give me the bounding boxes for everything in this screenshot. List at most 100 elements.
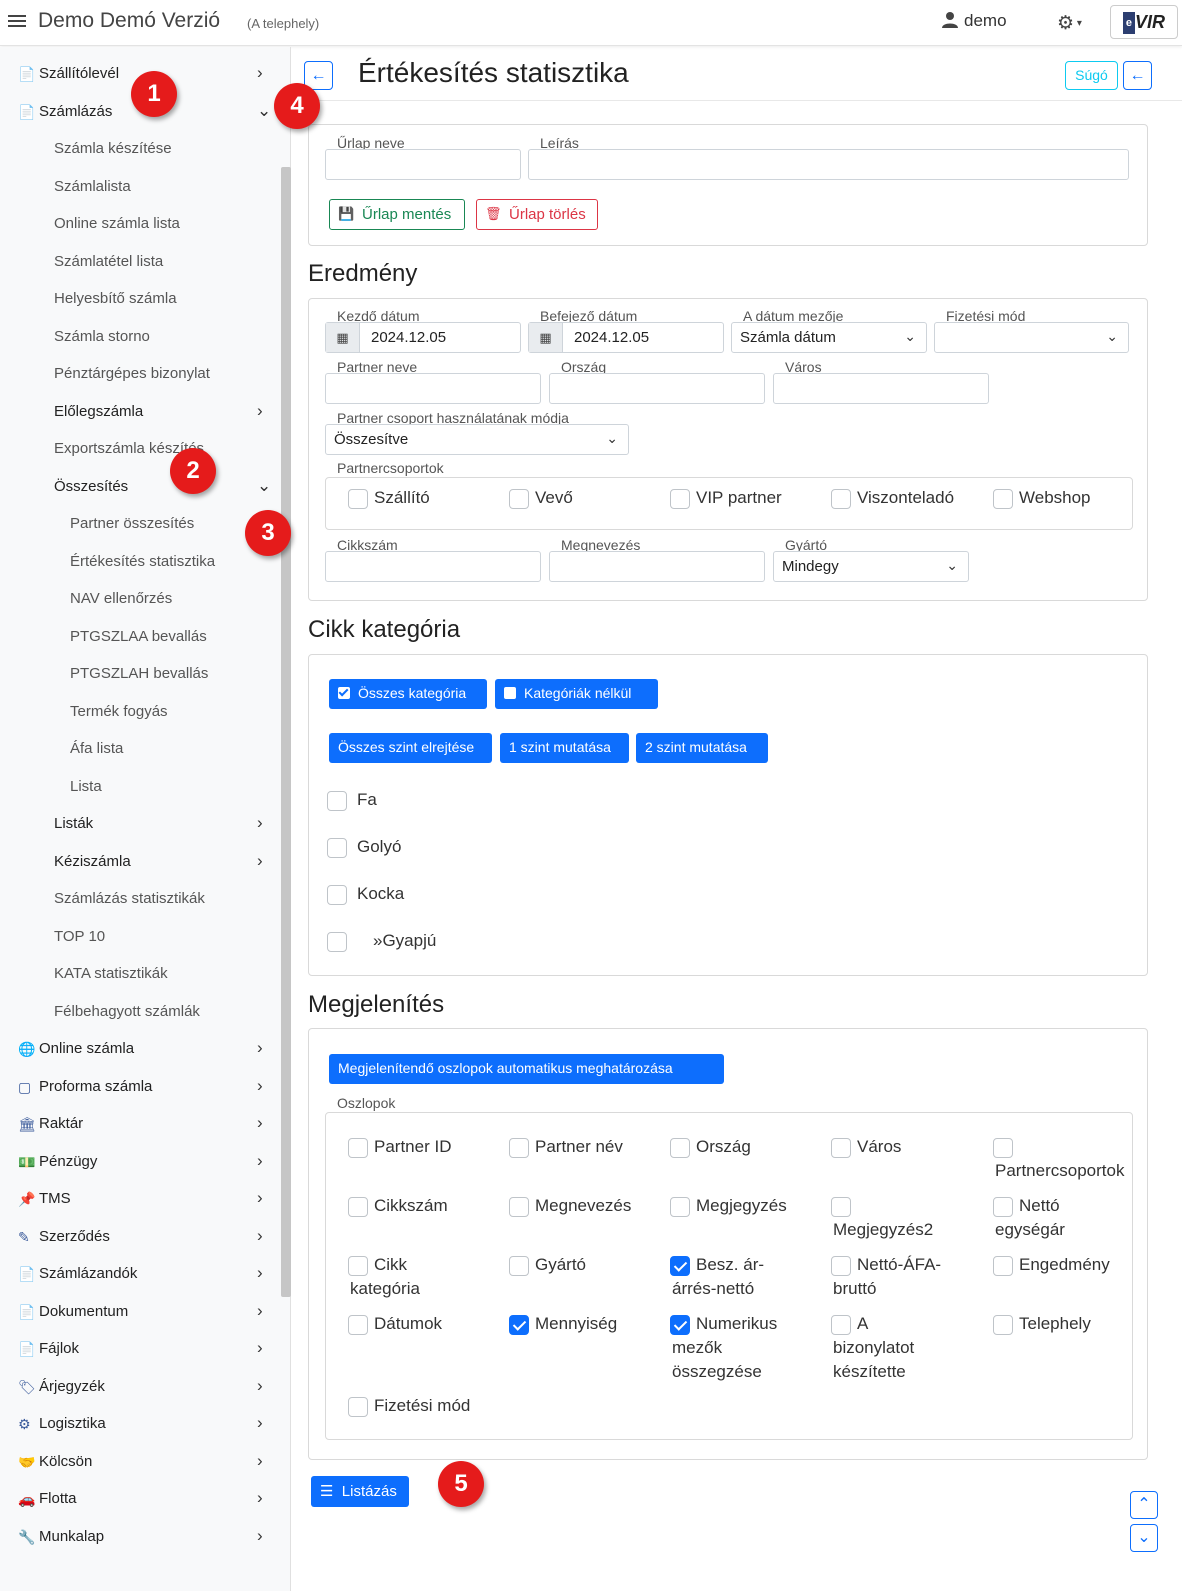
date-field-select[interactable]: Számla dátum ⌄ [731,322,927,353]
sidebar-item[interactable]: Partner összesítés [0,505,281,543]
sidebar-item[interactable]: Számla storno [0,318,281,356]
sidebar-item[interactable]: Listák › [0,805,281,843]
column-checkbox[interactable] [348,1197,368,1217]
country-input[interactable] [549,373,765,404]
sidebar-item[interactable]: TOP 10 [0,918,281,956]
sidebar-item[interactable]: KATA statisztikák [0,955,281,993]
column-checkbox[interactable] [509,1138,529,1158]
help-button[interactable]: Súgó [1065,61,1118,90]
form-desc-input[interactable] [528,149,1129,180]
sidebar-item[interactable]: Félbehagyott számlák [0,993,281,1031]
sidebar-item[interactable]: 📄 Számlázandók › [0,1255,281,1293]
sidebar-item[interactable]: Áfa lista [0,730,281,768]
sidebar-item[interactable]: Számlatétel lista [0,243,281,281]
sidebar-item[interactable]: Összesítés ⌄ [0,468,281,506]
auto-columns-button[interactable]: Megjelenítendő oszlopok automatikus megh… [329,1054,724,1084]
form-delete-button[interactable]: 🗑 Űrlap törlés [476,199,598,230]
start-date-input[interactable]: ▦ 2024.12.05 [325,322,521,353]
column-checkbox[interactable] [670,1315,690,1335]
column-checkbox[interactable] [993,1256,1013,1276]
sidebar-item[interactable]: ✎ Szerződés › [0,1218,281,1256]
form-name-input[interactable] [325,149,521,180]
column-checkbox[interactable] [670,1138,690,1158]
sidebar-item[interactable]: Számlázás statisztikák [0,880,281,918]
column-checkbox[interactable] [348,1256,368,1276]
hide-all-levels-button[interactable]: Összes szint elrejtése [329,733,492,763]
column-checkbox[interactable] [993,1315,1013,1335]
category-checkbox[interactable] [327,885,347,905]
column-checkbox[interactable] [831,1315,851,1335]
sidebar-item[interactable]: Lista [0,768,281,806]
sidebar-item[interactable]: PTGSZLAA bevallás [0,618,281,656]
menu-icon[interactable] [8,12,26,32]
sidebar-item[interactable]: PTGSZLAH bevallás [0,655,281,693]
sidebar-scrollbar[interactable] [281,167,291,1297]
city-input[interactable] [773,373,989,404]
sidebar-item[interactable]: 🏷 Árjegyzék › [0,1368,281,1406]
partner-group-checkbox[interactable] [670,489,690,509]
sidebar-item[interactable]: 📌 TMS › [0,1180,281,1218]
column-checkbox[interactable] [831,1138,851,1158]
user-menu[interactable]: demo [942,11,1007,31]
sidebar-item[interactable]: Online számla lista [0,205,281,243]
all-categories-button[interactable]: Összes kategória [329,679,487,709]
sidebar-item[interactable]: Előlegszámla › [0,393,281,431]
sidebar-item[interactable]: 🌐 Online számla › [0,1030,281,1068]
sidebar-item[interactable]: 🚗 Flotta › [0,1480,281,1518]
column-checkbox[interactable] [831,1256,851,1276]
payment-select[interactable]: ⌄ [934,322,1129,353]
column-checkbox[interactable] [670,1197,690,1217]
partner-name-input[interactable] [325,373,541,404]
column-checkbox[interactable] [509,1256,529,1276]
partner-group-checkbox[interactable] [993,489,1013,509]
column-checkbox[interactable] [509,1315,529,1335]
column-checkbox[interactable] [348,1315,368,1335]
sidebar-item[interactable]: ▢ Proforma számla › [0,1068,281,1106]
sidebar-item[interactable]: Számlalista [0,168,281,206]
group-mode-select[interactable]: Összesítve ⌄ [325,424,629,455]
column-checkbox[interactable] [831,1197,851,1217]
sidebar-item[interactable]: Értékesítés statisztika [0,543,281,581]
scroll-up-button[interactable]: ⌃ [1130,1491,1158,1519]
show-level-2-button[interactable]: 2 szint mutatása [636,733,768,763]
item-name-input[interactable] [549,551,765,582]
scroll-down-button[interactable]: ⌄ [1130,1524,1158,1552]
column-checkbox[interactable] [993,1138,1013,1158]
partner-group-checkbox[interactable] [831,489,851,509]
calendar-icon[interactable]: ▦ [529,323,563,352]
sidebar-item[interactable]: 📄 Dokumentum › [0,1293,281,1331]
no-categories-button[interactable]: Kategóriák nélkül [495,679,658,709]
sidebar-item[interactable]: ⚙ Logisztika › [0,1405,281,1443]
sidebar-item[interactable]: 💵 Pénzügy › [0,1143,281,1181]
sidebar-item[interactable]: Számla készítése [0,130,281,168]
column-checkbox[interactable] [348,1138,368,1158]
maker-select[interactable]: Mindegy ⌄ [773,551,969,582]
calendar-icon[interactable]: ▦ [326,323,360,352]
category-checkbox[interactable] [327,932,347,952]
category-checkbox[interactable] [327,791,347,811]
partner-group-checkbox[interactable] [509,489,529,509]
column-checkbox[interactable] [993,1197,1013,1217]
sidebar-item[interactable]: 🏛 Raktár › [0,1105,281,1143]
column-checkbox[interactable] [509,1197,529,1217]
column-checkbox[interactable] [348,1397,368,1417]
column-checkbox[interactable] [670,1256,690,1276]
back-button-right[interactable]: ← [1123,61,1152,90]
sidebar-item[interactable]: 🤝 Kölcsön › [0,1443,281,1481]
show-level-1-button[interactable]: 1 szint mutatása [500,733,629,763]
sidebar-item[interactable]: NAV ellenőrzés [0,580,281,618]
settings-dropdown[interactable]: ⚙ ▾ [1057,12,1082,35]
list-button[interactable]: ☰ Listázás [311,1476,409,1507]
sidebar-item[interactable]: Helyesbítő számla [0,280,281,318]
category-checkbox[interactable] [327,838,347,858]
sidebar-item[interactable]: Kéziszámla › [0,843,281,881]
sidebar-item[interactable]: 🔧 Munkalap › [0,1518,281,1556]
end-date-input[interactable]: ▦ 2024.12.05 [528,322,724,353]
sidebar-item[interactable]: Pénztárgépes bizonylat [0,355,281,393]
partner-group-checkbox[interactable] [348,489,368,509]
sidebar-item[interactable]: Termék fogyás [0,693,281,731]
form-save-button[interactable]: 💾 Űrlap mentés [329,199,465,230]
sku-input[interactable] [325,551,541,582]
sidebar-item[interactable]: 📄 Fájlok › [0,1330,281,1368]
sidebar-item[interactable]: Exportszámla készítés [0,430,281,468]
